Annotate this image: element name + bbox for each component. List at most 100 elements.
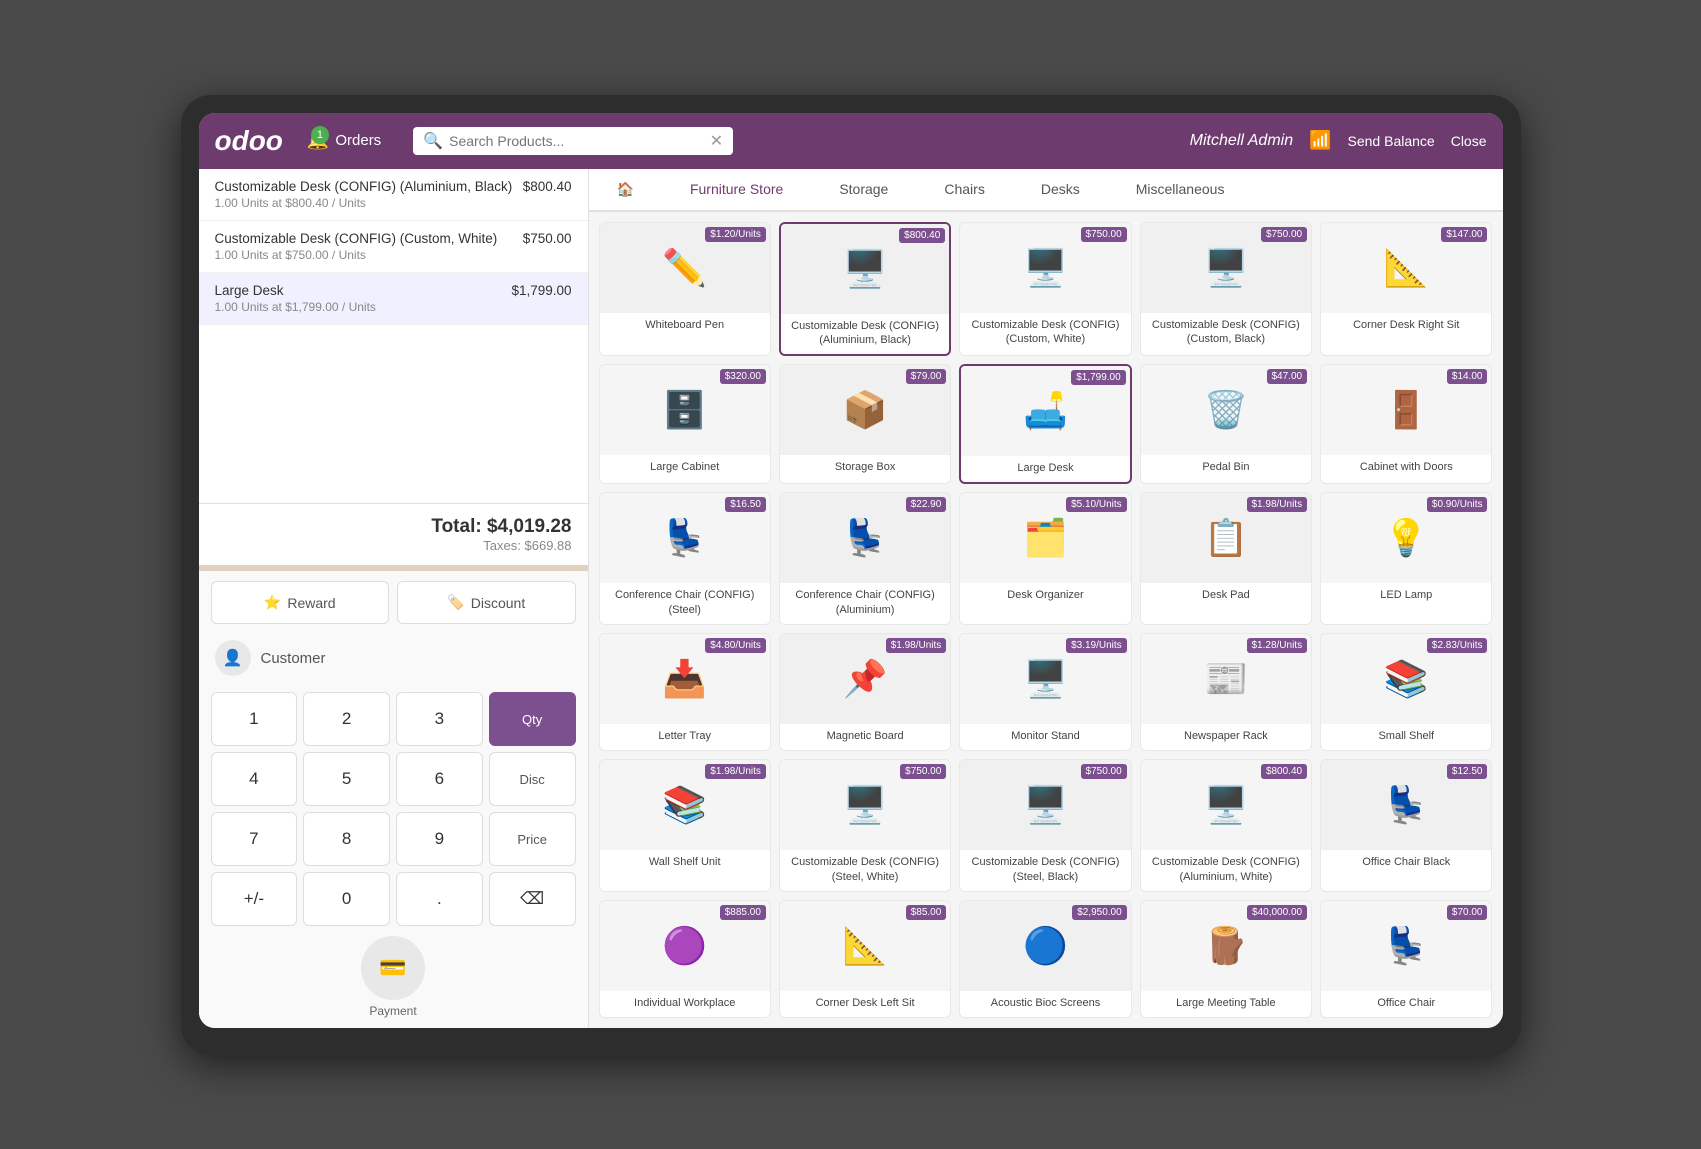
product-card[interactable]: $750.00 🖥️ Customizable Desk (CONFIG) (C… bbox=[959, 222, 1131, 357]
product-name: Newspaper Rack bbox=[1141, 724, 1311, 750]
close-button[interactable]: Close bbox=[1451, 133, 1487, 149]
num-decimal[interactable]: . bbox=[396, 872, 483, 926]
main-layout: Customizable Desk (CONFIG) (Aluminium, B… bbox=[199, 169, 1503, 1029]
product-image: $3.19/Units 🖥️ bbox=[960, 634, 1130, 724]
product-name: Office Chair Black bbox=[1321, 850, 1491, 876]
search-input[interactable] bbox=[449, 133, 704, 149]
product-emoji: 📐 bbox=[843, 925, 888, 967]
product-card[interactable]: $2.83/Units 📚 Small Shelf bbox=[1320, 633, 1492, 751]
products-grid: $1.20/Units ✏️ Whiteboard Pen $800.40 🖥️… bbox=[589, 212, 1503, 1029]
order-item[interactable]: Large Desk $1,799.00 1.00 Units at $1,79… bbox=[199, 273, 588, 325]
tab-desks[interactable]: Desks bbox=[1013, 169, 1108, 212]
reward-button[interactable]: ⭐ Reward bbox=[211, 581, 390, 624]
product-card[interactable]: $16.50 💺 Conference Chair (CONFIG) (Stee… bbox=[599, 492, 771, 625]
category-tabs: 🏠 Furniture Store Storage Chairs Desks M… bbox=[589, 169, 1503, 212]
customer-label[interactable]: Customer bbox=[261, 650, 326, 667]
product-emoji: ✏️ bbox=[662, 247, 707, 289]
tab-storage[interactable]: Storage bbox=[811, 169, 916, 212]
discount-button[interactable]: 🏷️ Discount bbox=[397, 581, 576, 624]
price-badge: $1.98/Units bbox=[886, 638, 947, 653]
product-emoji: 🔵 bbox=[1023, 925, 1068, 967]
product-image: $79.00 📦 bbox=[780, 365, 950, 455]
num-4[interactable]: 4 bbox=[211, 752, 298, 806]
product-card[interactable]: $750.00 🖥️ Customizable Desk (CONFIG) (S… bbox=[779, 759, 951, 892]
mode-price[interactable]: Price bbox=[489, 812, 576, 866]
num-5[interactable]: 5 bbox=[303, 752, 390, 806]
product-name: Desk Pad bbox=[1141, 583, 1311, 609]
product-card[interactable]: $14.00 🚪 Cabinet with Doors bbox=[1320, 364, 1492, 484]
price-badge: $147.00 bbox=[1441, 227, 1487, 242]
price-badge: $22.90 bbox=[906, 497, 947, 512]
num-8[interactable]: 8 bbox=[303, 812, 390, 866]
product-image: $800.40 🖥️ bbox=[1141, 760, 1311, 850]
product-card[interactable]: $47.00 🗑️ Pedal Bin bbox=[1140, 364, 1312, 484]
payment-icon: 💳 bbox=[379, 955, 406, 981]
send-balance-button[interactable]: Send Balance bbox=[1348, 133, 1435, 149]
price-badge: $79.00 bbox=[906, 369, 947, 384]
mode-disc[interactable]: Disc bbox=[489, 752, 576, 806]
price-badge: $12.50 bbox=[1447, 764, 1488, 779]
price-badge: $1.20/Units bbox=[705, 227, 766, 242]
product-emoji: 📥 bbox=[662, 658, 707, 700]
product-name: Conference Chair (CONFIG) (Aluminium) bbox=[780, 583, 950, 624]
admin-name: Mitchell Admin bbox=[1190, 132, 1293, 150]
order-item[interactable]: Customizable Desk (CONFIG) (Aluminium, B… bbox=[199, 169, 588, 221]
product-name: Letter Tray bbox=[600, 724, 770, 750]
num-1[interactable]: 1 bbox=[211, 692, 298, 746]
payment-button[interactable]: 💳 bbox=[361, 936, 425, 1000]
product-emoji: 💺 bbox=[1384, 925, 1429, 967]
num-plusminus[interactable]: +/- bbox=[211, 872, 298, 926]
product-name: Acoustic Bioc Screens bbox=[960, 991, 1130, 1017]
product-card[interactable]: $2,950.00 🔵 Acoustic Bioc Screens bbox=[959, 900, 1131, 1018]
product-card[interactable]: $12.50 💺 Office Chair Black bbox=[1320, 759, 1492, 892]
product-card[interactable]: $800.40 🖥️ Customizable Desk (CONFIG) (A… bbox=[779, 222, 951, 357]
product-card[interactable]: $1.20/Units ✏️ Whiteboard Pen bbox=[599, 222, 771, 357]
product-card[interactable]: $85.00 📐 Corner Desk Left Sit bbox=[779, 900, 951, 1018]
product-card[interactable]: $40,000.00 🪵 Large Meeting Table bbox=[1140, 900, 1312, 1018]
product-image: $2.83/Units 📚 bbox=[1321, 634, 1491, 724]
product-card[interactable]: $79.00 📦 Storage Box bbox=[779, 364, 951, 484]
total-value: $4,019.28 bbox=[487, 516, 572, 537]
product-card[interactable]: $70.00 💺 Office Chair bbox=[1320, 900, 1492, 1018]
product-card[interactable]: $22.90 💺 Conference Chair (CONFIG) (Alum… bbox=[779, 492, 951, 625]
search-clear-icon[interactable]: ✕ bbox=[710, 131, 723, 151]
product-card[interactable]: $800.40 🖥️ Customizable Desk (CONFIG) (A… bbox=[1140, 759, 1312, 892]
product-emoji: 💡 bbox=[1384, 517, 1429, 559]
num-0[interactable]: 0 bbox=[303, 872, 390, 926]
num-2[interactable]: 2 bbox=[303, 692, 390, 746]
product-card[interactable]: $1.28/Units 📰 Newspaper Rack bbox=[1140, 633, 1312, 751]
product-card[interactable]: $1.98/Units 📌 Magnetic Board bbox=[779, 633, 951, 751]
num-backspace[interactable]: ⌫ bbox=[489, 872, 576, 926]
product-card[interactable]: $885.00 🟣 Individual Workplace bbox=[599, 900, 771, 1018]
product-card[interactable]: $3.19/Units 🖥️ Monitor Stand bbox=[959, 633, 1131, 751]
product-card[interactable]: $750.00 🖥️ Customizable Desk (CONFIG) (C… bbox=[1140, 222, 1312, 357]
tab-home[interactable]: 🏠 bbox=[589, 169, 662, 212]
product-card[interactable]: $750.00 🖥️ Customizable Desk (CONFIG) (S… bbox=[959, 759, 1131, 892]
product-card[interactable]: $4.80/Units 📥 Letter Tray bbox=[599, 633, 771, 751]
tab-miscellaneous[interactable]: Miscellaneous bbox=[1108, 169, 1253, 212]
product-emoji: 💺 bbox=[662, 517, 707, 559]
order-item[interactable]: Customizable Desk (CONFIG) (Custom, Whit… bbox=[199, 221, 588, 273]
product-card[interactable]: $320.00 🗄️ Large Cabinet bbox=[599, 364, 771, 484]
num-7[interactable]: 7 bbox=[211, 812, 298, 866]
product-card[interactable]: $1.98/Units 📚 Wall Shelf Unit bbox=[599, 759, 771, 892]
num-3[interactable]: 3 bbox=[396, 692, 483, 746]
product-name: Customizable Desk (CONFIG) (Steel, White… bbox=[780, 850, 950, 891]
num-9[interactable]: 9 bbox=[396, 812, 483, 866]
num-6[interactable]: 6 bbox=[396, 752, 483, 806]
product-card[interactable]: $147.00 📐 Corner Desk Right Sit bbox=[1320, 222, 1492, 357]
product-name: Customizable Desk (CONFIG) (Steel, Black… bbox=[960, 850, 1130, 891]
product-card[interactable]: $1,799.00 🛋️ Large Desk bbox=[959, 364, 1131, 484]
product-card[interactable]: $5.10/Units 🗂️ Desk Organizer bbox=[959, 492, 1131, 625]
product-card[interactable]: $0.90/Units 💡 LED Lamp bbox=[1320, 492, 1492, 625]
product-name: Pedal Bin bbox=[1141, 455, 1311, 481]
orders-button[interactable]: 1 🔔 Orders bbox=[295, 124, 393, 157]
tab-furniture-store[interactable]: Furniture Store bbox=[662, 169, 811, 212]
price-badge: $1.28/Units bbox=[1247, 638, 1308, 653]
taxes-label: Taxes: bbox=[483, 538, 521, 553]
action-buttons: ⭐ Reward 🏷️ Discount bbox=[211, 581, 576, 624]
tab-chairs[interactable]: Chairs bbox=[916, 169, 1012, 212]
mode-qty[interactable]: Qty bbox=[489, 692, 576, 746]
product-image: $5.10/Units 🗂️ bbox=[960, 493, 1130, 583]
product-card[interactable]: $1.98/Units 📋 Desk Pad bbox=[1140, 492, 1312, 625]
